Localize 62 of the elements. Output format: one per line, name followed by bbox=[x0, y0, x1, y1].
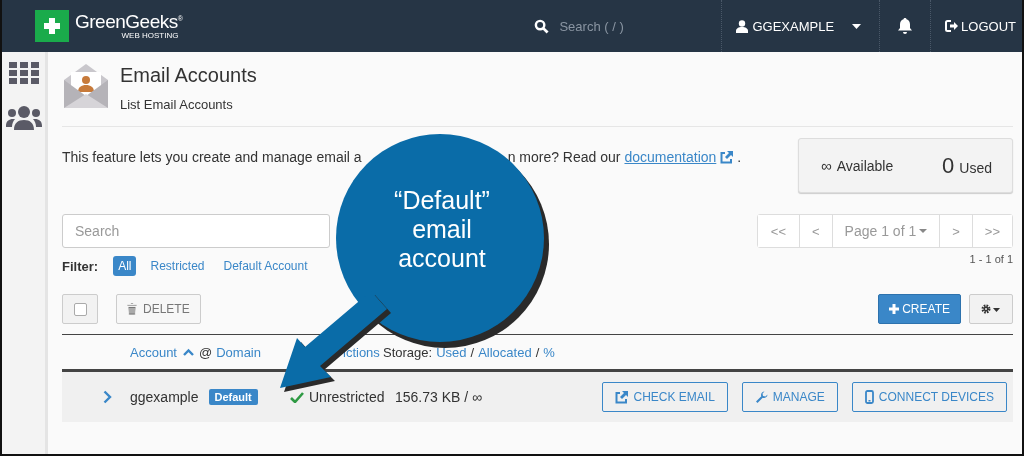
expand-icon[interactable] bbox=[103, 390, 112, 404]
users-icon[interactable] bbox=[5, 106, 42, 130]
search-field[interactable]: Search ( / ) bbox=[557, 17, 662, 35]
column-sort-link[interactable]: % bbox=[543, 344, 555, 360]
column-header: / bbox=[535, 344, 540, 360]
result-range: 1 - 1 of 1 bbox=[969, 253, 1013, 265]
bell-icon bbox=[898, 18, 913, 34]
filter-label: Filter: bbox=[62, 258, 99, 274]
caret-icon bbox=[852, 23, 862, 29]
search-field[interactable]: Search bbox=[62, 214, 330, 248]
filter-option[interactable]: Restricted bbox=[145, 256, 210, 276]
external-link-icon bbox=[720, 150, 734, 164]
create-button[interactable]: CREATE bbox=[878, 294, 961, 324]
description-text: n more? Read our bbox=[507, 149, 621, 165]
envelope-icon bbox=[62, 62, 110, 110]
wrench-icon bbox=[754, 390, 768, 404]
column-sort-link[interactable]: Used bbox=[436, 344, 467, 360]
documentation-link[interactable]: documentation bbox=[624, 149, 734, 165]
column-sort-link[interactable]: Account bbox=[130, 344, 195, 360]
page-subtitle: List Email Accounts bbox=[120, 97, 234, 112]
settings-icon bbox=[981, 304, 1001, 314]
search-icon bbox=[534, 18, 550, 34]
callout-text: “Default” email account bbox=[393, 186, 491, 273]
check-email-button[interactable]: CHECK EMAIL bbox=[602, 382, 728, 412]
grid-icon[interactable] bbox=[8, 62, 39, 84]
filter-option[interactable]: Default Account bbox=[218, 256, 313, 276]
pager-button[interactable]: >> bbox=[971, 215, 1012, 247]
external-link-icon bbox=[615, 390, 629, 404]
user-menu[interactable]: GGEXAMPLE bbox=[721, 0, 880, 52]
settings-button[interactable] bbox=[969, 294, 1013, 324]
restriction-status: Unrestricted bbox=[290, 389, 385, 405]
filter-option[interactable]: All bbox=[113, 256, 137, 276]
column-sort-link[interactable]: Allocated bbox=[478, 344, 532, 360]
manage-button[interactable]: MANAGE bbox=[741, 382, 838, 412]
column-header: / bbox=[470, 344, 475, 360]
logout-icon bbox=[945, 20, 959, 32]
brand-tagline: WEB HOSTING bbox=[121, 32, 179, 40]
column-header: @ bbox=[199, 344, 213, 360]
description-text: This feature lets you create and manage email a bbox=[62, 149, 362, 165]
column-sort-link[interactable]: ictions bbox=[343, 344, 380, 360]
stat-value: 0 bbox=[942, 152, 955, 179]
page-title: Email Accounts bbox=[120, 64, 257, 87]
logout-button[interactable]: LOGOUT bbox=[930, 0, 1022, 52]
column-header: Storage: bbox=[383, 344, 433, 360]
default-badge: Default bbox=[208, 389, 258, 405]
plus-logo-icon bbox=[35, 10, 69, 42]
storage-usage: 156.73 KB / ∞ bbox=[395, 389, 483, 405]
trash-icon bbox=[127, 303, 137, 315]
check-icon bbox=[290, 391, 304, 403]
user-icon bbox=[736, 19, 749, 33]
stat-value: ∞ bbox=[821, 157, 832, 174]
brand-name: GreenGeeks$^{®}$ bbox=[75, 12, 183, 31]
description-period: . bbox=[737, 149, 742, 165]
account-name: ggexample bbox=[130, 389, 199, 405]
column-sort-link[interactable]: Domain bbox=[216, 344, 261, 360]
stat-label: Available bbox=[836, 158, 894, 174]
connect-devices-button[interactable]: CONNECT DEVICES bbox=[851, 382, 1007, 412]
plus-icon bbox=[889, 304, 900, 314]
caret-icon bbox=[919, 229, 928, 233]
phone-icon bbox=[864, 390, 874, 404]
select-all-checkbox[interactable] bbox=[73, 302, 87, 316]
stat-label: Used bbox=[959, 159, 992, 176]
